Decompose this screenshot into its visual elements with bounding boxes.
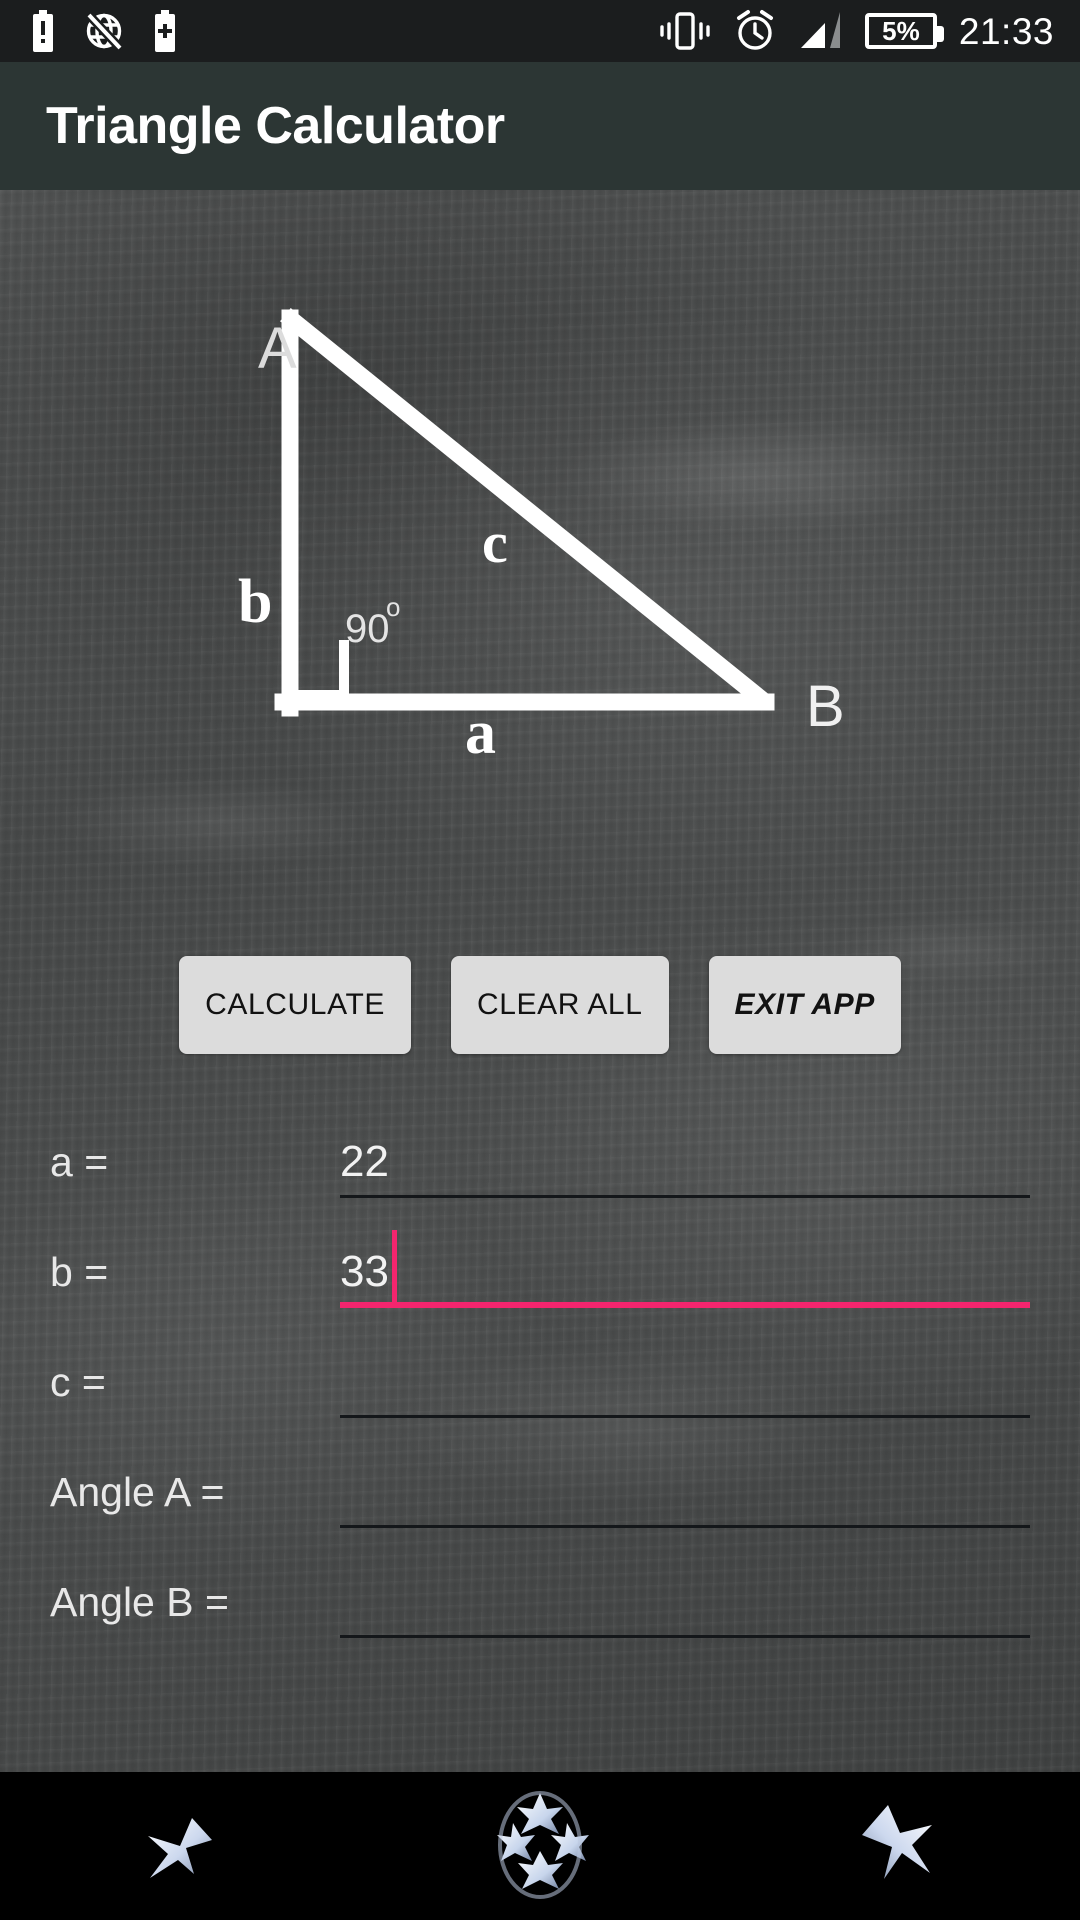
- battery-alert-icon: [33, 10, 53, 52]
- vertex-b-label: B: [806, 674, 845, 739]
- text-caret: [391, 1230, 397, 1302]
- clock-label: 21:33: [958, 10, 1054, 52]
- degree-symbol: o: [386, 592, 400, 622]
- field-a-label: a =: [50, 1139, 109, 1185]
- field-b-input[interactable]: 33: [340, 1212, 1030, 1308]
- vertex-a-label: A: [258, 316, 297, 381]
- battery-percent-label: 5%: [882, 15, 920, 46]
- input-fields: a = 22 b = 33 c = Angle A = Angle B =: [0, 1088, 1080, 1638]
- field-row-c: c =: [0, 1308, 1080, 1418]
- field-row-b: b = 33: [0, 1198, 1080, 1308]
- side-a-label: a: [465, 699, 496, 767]
- right-angle-label: 90: [345, 607, 390, 651]
- home-ball-icon[interactable]: [440, 1772, 640, 1920]
- status-bar-left-icons: [0, 9, 178, 53]
- field-b-label: b =: [50, 1249, 109, 1295]
- field-c-input[interactable]: [340, 1322, 1030, 1418]
- app-screen: 5% 21:33 Triangle Calculator A B b c a 9…: [0, 0, 1080, 1920]
- field-angle-a-label: Angle A =: [50, 1469, 225, 1515]
- field-a-input[interactable]: 22: [340, 1102, 1030, 1198]
- page-title: Triangle Calculator: [46, 97, 505, 155]
- triangle-diagram: A B b c a 90 o: [0, 190, 1080, 770]
- no-internet-icon: [85, 11, 124, 52]
- chalkboard-body: A B b c a 90 o CALCULATE CLEAR ALL EXIT …: [0, 190, 1080, 1772]
- clear-all-button[interactable]: CLEAR ALL: [451, 956, 669, 1054]
- field-c-label: c =: [50, 1359, 106, 1405]
- action-button-row: CALCULATE CLEAR ALL EXIT APP: [0, 956, 1080, 1054]
- field-angle-b-label: Angle B =: [50, 1579, 229, 1625]
- field-a-value: 22: [340, 1137, 389, 1186]
- status-bar: 5% 21:33: [0, 0, 1080, 62]
- field-row-angle-a: Angle A =: [0, 1418, 1080, 1528]
- app-bar: Triangle Calculator: [0, 62, 1080, 190]
- recents-star-icon[interactable]: [800, 1772, 1000, 1920]
- battery-plus-icon: [155, 10, 175, 52]
- vibrate-icon: [660, 12, 710, 50]
- side-b-label: b: [238, 568, 272, 636]
- navigation-bar: [0, 1772, 1080, 1920]
- field-angle-a-input[interactable]: [340, 1432, 1030, 1528]
- signal-icon: [800, 12, 840, 48]
- back-star-icon[interactable]: [80, 1772, 280, 1920]
- status-bar-right-icons: 5% 21:33: [659, 9, 1080, 53]
- battery-status-icon: 5%: [864, 13, 944, 49]
- field-row-angle-b: Angle B =: [0, 1528, 1080, 1638]
- field-b-value: 33: [340, 1247, 389, 1296]
- field-angle-b-underline: [340, 1635, 1030, 1638]
- field-row-a: a = 22: [0, 1088, 1080, 1198]
- exit-app-button[interactable]: EXIT APP: [708, 956, 901, 1054]
- calculate-button[interactable]: CALCULATE: [179, 956, 411, 1054]
- alarm-icon: [736, 10, 773, 50]
- side-c-label: c: [482, 510, 508, 575]
- field-angle-b-input[interactable]: [340, 1542, 1030, 1638]
